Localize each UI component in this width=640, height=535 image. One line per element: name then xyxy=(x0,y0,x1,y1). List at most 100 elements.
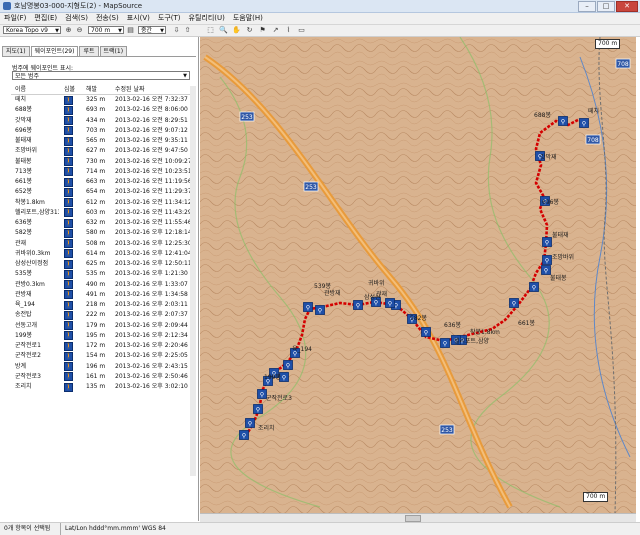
waypoint-name: 귀바위0.3km xyxy=(15,249,51,257)
title-bar: 호남명봉03-000-지형도(2) - MapSource – □ ✕ xyxy=(0,0,640,13)
waypoint-row[interactable]: 군작전로1 🚶 172 m 2013-02-16 오후 2:20:46 xyxy=(11,341,191,351)
category-filter-select[interactable]: 모든 범주 ▼ xyxy=(12,71,190,80)
waypoint-symbol: 🚶 xyxy=(64,116,78,127)
waypoint-row[interactable]: 귀바위0.3km 🚶 614 m 2013-02-16 오후 12:41:04 xyxy=(11,249,192,259)
tab-waypoints[interactable]: 웨이포인트(29) xyxy=(30,46,79,56)
detail-select[interactable]: 중간 ▼ xyxy=(138,26,166,34)
table-scrollbar[interactable] xyxy=(190,86,196,476)
map-waypoint-label: 군작전로3 xyxy=(266,394,292,402)
maximize-button[interactable]: □ xyxy=(597,1,615,12)
route-tool-icon[interactable]: ↻ xyxy=(245,26,254,35)
waypoint-symbol: 🚶 xyxy=(64,146,78,157)
waypoint-row[interactable]: 떼치 🚶 325 m 2013-02-16 오전 7:32:37 xyxy=(11,95,191,105)
waypoint-altitude: 614 m xyxy=(86,249,106,257)
col-altitude-header[interactable]: 해발 xyxy=(86,85,111,94)
waypoint-row[interactable]: 688봉 🚶 693 m 2013-02-16 오전 8:06:00 xyxy=(11,105,191,115)
ruler-icon[interactable]: ▭ xyxy=(297,26,306,35)
waypoint-row[interactable]: 불태봉 🚶 730 m 2013-02-16 오전 10:09:27 xyxy=(11,157,192,167)
waypoint-row[interactable]: 군작전로3 🚶 161 m 2013-02-16 오후 2:50:46 xyxy=(11,372,191,382)
waypoint-date: 2013-02-16 오전 11:55:46 xyxy=(115,219,192,226)
receive-device-icon[interactable]: ⇩ xyxy=(172,26,181,35)
waypoint-row[interactable]: 조리치 🚶 135 m 2013-02-16 오후 3:02:10 xyxy=(11,382,191,392)
waypoint-table-header: 이름 심볼 해발 수정된 날짜 xyxy=(11,85,191,95)
map-canvas[interactable]: ⚲⚲⚲⚲⚲⚲⚲⚲⚲⚲⚲⚲⚲⚲⚲⚲⚲⚲⚲⚲⚲⚲⚲⚲⚲⚲⚲⚲⚲ 7087082532… xyxy=(200,37,636,513)
map-product-select[interactable]: Korea Topo v9 ▼ xyxy=(3,26,61,34)
waypoint-row[interactable]: 삼성산이정점 🚶 625 m 2013-02-16 오후 12:50:11 xyxy=(11,259,192,269)
waypoint-row[interactable]: 관재 🚶 508 m 2013-02-16 오후 12:25:30 xyxy=(11,239,192,249)
toolbar: Korea Topo v9 ▼ ⊕ ⊖ 700 m ▼ ▤ 중간 ▼ ⇩ ⇧ ⬚ 🔍 … xyxy=(0,25,640,37)
menu-file[interactable]: 파일(F) xyxy=(0,13,30,24)
menu-help[interactable]: 도움말(H) xyxy=(229,13,267,24)
waypoint-row[interactable]: 713봉 🚶 714 m 2013-02-16 오전 10:23:51 xyxy=(11,167,192,177)
scrollbar-thumb[interactable] xyxy=(405,515,421,522)
menu-utilities[interactable]: 유틸리티(U) xyxy=(185,13,229,24)
close-button[interactable]: ✕ xyxy=(616,1,638,12)
waypoint-row[interactable]: 199봉 🚶 195 m 2013-02-16 오후 2:12:34 xyxy=(11,331,191,341)
map-horizontal-scrollbar[interactable] xyxy=(200,513,636,522)
waypoint-row[interactable]: 696봉 🚶 703 m 2013-02-16 오전 9:07:12 xyxy=(11,126,191,136)
menu-search[interactable]: 검색(S) xyxy=(61,13,92,24)
waypoint-row[interactable]: 육_194 🚶 218 m 2013-02-16 오후 2:03:11 xyxy=(11,300,191,310)
col-symbol-header[interactable]: 심볼 xyxy=(64,85,78,94)
waypoint-date: 2013-02-16 오전 10:09:27 xyxy=(115,157,192,165)
waypoint-row[interactable]: 방계 🚶 196 m 2013-02-16 오후 2:43:15 xyxy=(11,362,191,372)
zoom-out-icon[interactable]: ⊖ xyxy=(75,26,84,35)
measure-tool-icon[interactable]: ↗ xyxy=(271,26,280,35)
minimize-button[interactable]: – xyxy=(578,1,596,12)
waypoint-date: 2013-02-16 오후 2:03:11 xyxy=(115,301,188,308)
zoom-select[interactable]: 700 m ▼ xyxy=(88,26,124,34)
waypoint-row[interactable]: 선동고개 🚶 179 m 2013-02-16 오후 2:09:44 xyxy=(11,321,191,331)
waypoint-name: 군작전로1 xyxy=(15,342,41,349)
waypoint-row[interactable]: 관방0.3km 🚶 490 m 2013-02-16 오후 1:33:07 xyxy=(11,280,191,290)
send-device-icon[interactable]: ⇧ xyxy=(183,26,192,35)
waypoint-row[interactable]: 갓막재 🚶 434 m 2013-02-16 오전 8:29:51 xyxy=(11,116,191,126)
waypoint-date: 2013-02-16 오전 9:07:12 xyxy=(115,126,188,134)
zoom-in-icon[interactable]: ⊕ xyxy=(64,26,73,35)
waypoint-row[interactable]: 조망바위 🚶 627 m 2013-02-16 오전 9:47:50 xyxy=(11,146,191,156)
menu-view[interactable]: 표시(V) xyxy=(123,13,154,24)
waypoint-altitude: 508 m xyxy=(86,239,106,247)
menu-edit[interactable]: 편집(E) xyxy=(30,13,61,24)
zoom-tool-icon[interactable]: 🔍 xyxy=(219,26,228,35)
hand-tool-icon[interactable]: ✋ xyxy=(232,26,241,35)
col-name-header[interactable]: 이름 xyxy=(15,85,59,94)
waypoint-symbol: 🚶 xyxy=(64,290,78,301)
hiker-icon: ⚲ xyxy=(582,121,586,128)
waypoint-row[interactable]: 636봉 🚶 632 m 2013-02-16 오전 11:55:46 xyxy=(11,218,192,228)
window-title: 호남명봉03-000-지형도(2) - MapSource xyxy=(14,2,143,10)
road-sign-number: 253 xyxy=(241,114,253,121)
hiker-icon: 🚶 xyxy=(64,310,73,320)
waypoint-row[interactable]: 불태재 🚶 565 m 2013-02-16 오전 9:35:11 xyxy=(11,136,191,146)
tab-tracks[interactable]: 트랙(1) xyxy=(99,46,128,56)
hiker-icon: 🚶 xyxy=(64,321,73,330)
waypoint-row[interactable]: 535봉 🚶 535 m 2013-02-16 오후 1:21:30 xyxy=(11,269,191,279)
waypoint-row[interactable]: 652봉 🚶 654 m 2013-02-16 오전 11:29:37 xyxy=(11,187,192,198)
map-view[interactable]: ⚲ ⚲ ⚲ ⚲ ⚲ ⚲ ⚲ ⚲ ⚲ ⚲ ⚲ ⚲ ⚲ ⚲ ⚲ ⚲ ⚲ ⚲ ⚲ ⚲ ⚲ ⚲ ⚲ ⚲ ⚲ ⚲ ⚲ ⚲ ⚲ 708 708 253 2… xyxy=(200,37,636,513)
hiker-icon: ⚲ xyxy=(424,330,428,337)
waypoint-row[interactable]: 송전탑 🚶 222 m 2013-02-16 오후 2:07:37 xyxy=(11,310,191,320)
waypoint-row[interactable]: 군작전로2 🚶 154 m 2013-02-16 오후 2:25:05 xyxy=(11,351,191,361)
waypoint-row[interactable]: 헬리포트,삼양313 🚶 603 m 2013-02-16 오전 11:43:29 xyxy=(11,208,192,218)
waypoint-row[interactable]: 661봉 🚶 663 m 2013-02-16 오전 11:19:56 xyxy=(11,177,192,187)
select-tool-icon[interactable]: ⬚ xyxy=(206,26,215,35)
tab-routes[interactable]: 루트 xyxy=(79,46,99,56)
waypoint-name: 조리치 xyxy=(15,383,32,390)
hiker-icon: ⚲ xyxy=(512,301,516,308)
status-coords-format: Lat/Lon hddd°mm.mmm' WGS 84 xyxy=(60,523,166,535)
track-tool-icon[interactable]: ⌇ xyxy=(284,26,293,35)
map-waypoint-label: 귀바위 xyxy=(368,279,385,287)
hiker-icon: ⚲ xyxy=(256,407,260,414)
menu-transfer[interactable]: 전송(S) xyxy=(92,13,123,24)
tab-maps[interactable]: 지도(1) xyxy=(2,46,30,56)
waypoint-row[interactable]: 관방재 🚶 491 m 2013-02-16 오후 1:34:58 xyxy=(11,290,191,300)
waypoint-tool-icon[interactable]: ⚑ xyxy=(258,26,267,35)
col-modified-header[interactable]: 수정된 날짜 xyxy=(115,85,195,94)
waypoint-row[interactable]: 582봉 🚶 580 m 2013-02-16 오후 12:18:14 xyxy=(11,228,192,238)
waypoint-row[interactable]: 착봉1.8km 🚶 612 m 2013-02-16 오전 11:34:12 xyxy=(11,198,192,208)
waypoint-date: 2013-02-16 오후 2:43:15 xyxy=(115,362,188,370)
waypoint-altitude: 325 m xyxy=(86,96,106,103)
menu-tools[interactable]: 도구(T) xyxy=(154,13,185,24)
map-waypoint-label: 관방재 xyxy=(324,289,341,297)
waypoint-date: 2013-02-16 오전 11:43:29 xyxy=(115,208,192,216)
waypoint-symbol: 🚶 xyxy=(64,187,78,198)
